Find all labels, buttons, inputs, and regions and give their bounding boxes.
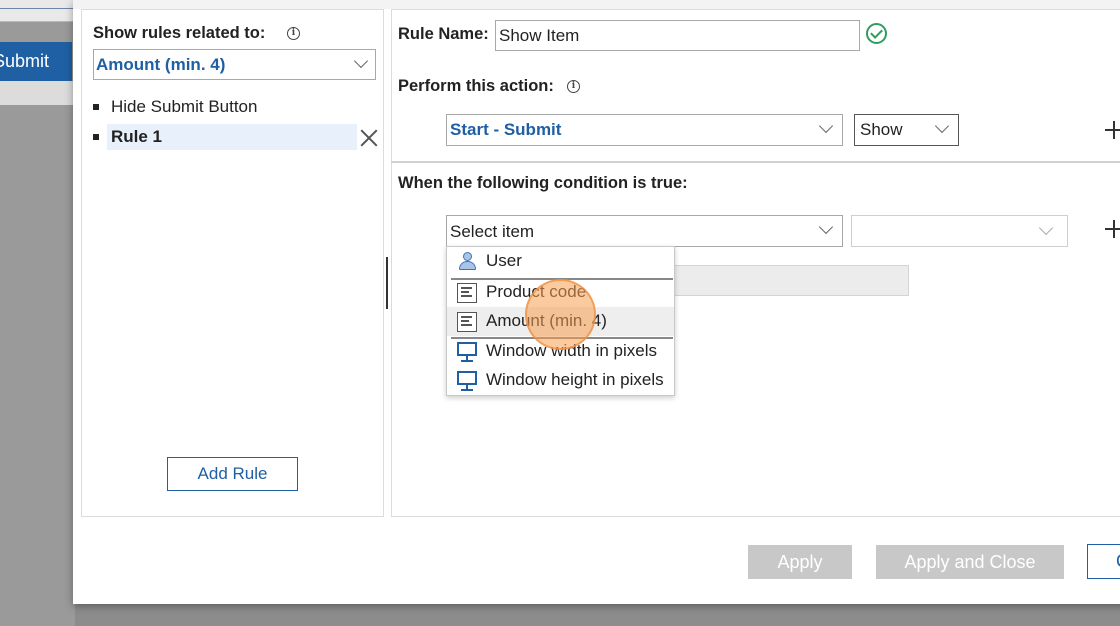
bullet-icon bbox=[93, 104, 99, 110]
valid-check-icon bbox=[866, 23, 887, 44]
condition-item-value: Select item bbox=[450, 222, 535, 241]
condition-label: When the following condition is true: bbox=[398, 174, 688, 192]
chevron-down-icon bbox=[818, 219, 834, 235]
add-action-icon[interactable] bbox=[1105, 121, 1120, 139]
action-select[interactable]: Show bbox=[854, 114, 959, 146]
add-rule-button[interactable]: Add Rule bbox=[167, 457, 298, 491]
bullet-icon bbox=[93, 134, 99, 140]
related-item-value: Amount (min. 4) bbox=[96, 55, 226, 74]
monitor-icon bbox=[457, 371, 477, 391]
background-toolbar bbox=[0, 0, 75, 22]
section-divider bbox=[391, 161, 1120, 163]
perform-action-label: Perform this action: bbox=[398, 77, 554, 95]
cancel-button[interactable]: C bbox=[1087, 544, 1120, 579]
apply-and-close-button[interactable]: Apply and Close bbox=[876, 545, 1064, 579]
panel-splitter[interactable] bbox=[386, 257, 388, 309]
show-rules-label: Show rules related to: bbox=[93, 24, 266, 42]
rule-item-rule-1[interactable]: Rule 1 bbox=[111, 127, 162, 147]
rule-name-input[interactable]: Show Item bbox=[495, 20, 860, 51]
info-icon[interactable]: i bbox=[287, 27, 300, 40]
user-icon bbox=[457, 252, 477, 272]
apply-button[interactable]: Apply bbox=[748, 545, 852, 579]
rule-name-value: Show Item bbox=[499, 26, 580, 45]
info-icon[interactable]: i bbox=[567, 80, 580, 93]
background-submit-label: Submit bbox=[0, 51, 50, 71]
dialog-header-strip bbox=[73, 0, 1120, 9]
action-value: Show bbox=[860, 120, 903, 139]
action-target-value: Start - Submit bbox=[450, 120, 562, 139]
rules-list-panel bbox=[81, 9, 384, 517]
chevron-down-icon bbox=[1038, 220, 1054, 236]
condition-operator-select[interactable] bbox=[851, 215, 1068, 247]
dropdown-item-label: Window height in pixels bbox=[486, 370, 664, 389]
field-icon bbox=[457, 312, 477, 332]
background-submit-button: Submit bbox=[0, 42, 72, 81]
dropdown-item-label: User bbox=[486, 251, 522, 270]
field-icon bbox=[457, 283, 477, 303]
rule-name-label: Rule Name: bbox=[398, 25, 489, 43]
delete-rule-icon[interactable] bbox=[359, 128, 379, 148]
rule-item-hide-submit[interactable]: Hide Submit Button bbox=[111, 97, 257, 117]
chevron-down-icon bbox=[353, 53, 369, 69]
chevron-down-icon bbox=[934, 118, 950, 134]
condition-item-select[interactable]: Select item bbox=[446, 215, 843, 247]
background-divider bbox=[0, 8, 75, 9]
action-target-select[interactable]: Start - Submit bbox=[446, 114, 843, 146]
monitor-icon bbox=[457, 342, 477, 362]
chevron-down-icon bbox=[818, 118, 834, 134]
click-indicator bbox=[525, 279, 596, 350]
dropdown-item-user[interactable]: User bbox=[447, 247, 674, 276]
condition-value-field[interactable] bbox=[672, 265, 909, 296]
background-row bbox=[0, 81, 75, 105]
add-condition-icon[interactable] bbox=[1105, 220, 1120, 238]
related-item-select[interactable]: Amount (min. 4) bbox=[93, 49, 376, 80]
dropdown-item-window-height[interactable]: Window height in pixels bbox=[447, 366, 674, 395]
